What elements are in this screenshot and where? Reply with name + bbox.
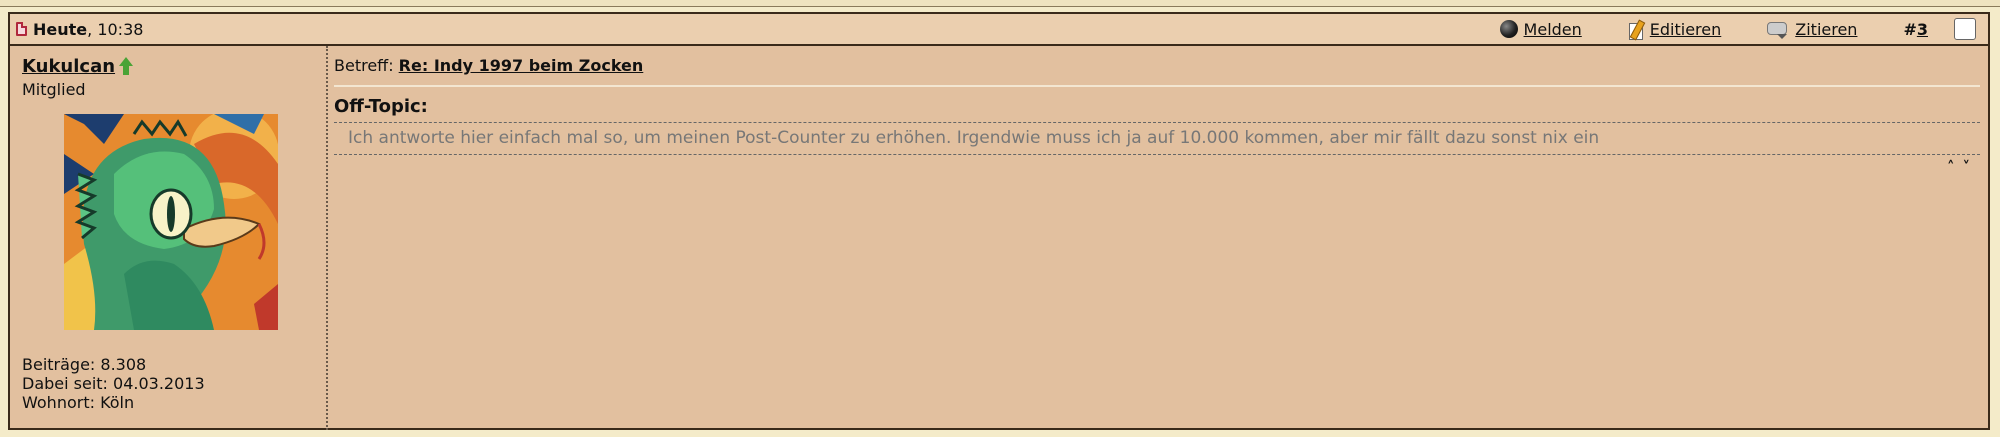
- subject-link[interactable]: Re: Indy 1997 beim Zocken: [399, 56, 644, 75]
- user-posts-count: Beiträge: 8.308: [22, 355, 147, 374]
- username-link[interactable]: Kukulcan: [22, 56, 115, 77]
- quote-bubble-icon: [1767, 20, 1789, 39]
- file-icon: [16, 22, 27, 36]
- post-header: Heute, 10:38 Melden Editieren Zitieren #…: [10, 14, 1988, 46]
- edit-pencil-icon: [1628, 20, 1644, 40]
- offtopic-title: Off-Topic:: [334, 96, 428, 117]
- offtopic-text: Ich antworte hier einfach mal so, um mei…: [348, 128, 1600, 148]
- user-joined-date: Dabei seit: 04.03.2013: [22, 374, 205, 393]
- forum-post: Heute, 10:38 Melden Editieren Zitieren #…: [8, 12, 1990, 430]
- post-subject: Betreff: Re: Indy 1997 beim Zocken: [334, 56, 1980, 87]
- quote-label: Zitieren: [1795, 19, 1858, 39]
- post-date: Heute, 10:38: [33, 19, 144, 39]
- edit-button[interactable]: Editieren: [1628, 19, 1722, 40]
- avatar[interactable]: [64, 114, 278, 330]
- offtopic-box: Ich antworte hier einfach mal so, um mei…: [334, 122, 1980, 155]
- rank-up-arrow-icon: [119, 57, 134, 75]
- post-actions: Melden Editieren Zitieren #3: [1499, 14, 1988, 44]
- post-number-link[interactable]: #3: [1903, 20, 1928, 39]
- post-nav-arrows: ˄˅: [334, 158, 1980, 176]
- edit-label: Editieren: [1649, 19, 1722, 39]
- user-pane: Kukulcan Mitglied Beiträge: 8.308 Dabei …: [10, 46, 328, 430]
- user-stats: Beiträge: 8.308 Dabei seit: 04.03.2013 W…: [22, 355, 205, 412]
- top-strip: [0, 0, 2000, 7]
- select-post-checkbox[interactable]: [1954, 18, 1976, 40]
- quote-button[interactable]: Zitieren: [1767, 20, 1857, 39]
- report-button[interactable]: Melden: [1499, 19, 1582, 39]
- post-body: Kukulcan Mitglied Beiträge: 8.308 Dabei …: [10, 46, 1988, 430]
- report-label: Melden: [1523, 19, 1582, 39]
- scroll-down-icon[interactable]: ˅: [1963, 158, 1979, 176]
- user-role: Mitglied: [22, 80, 86, 99]
- subject-label: Betreff:: [334, 56, 394, 75]
- bomb-icon: [1499, 20, 1518, 38]
- post-content: Betreff: Re: Indy 1997 beim Zocken Off-T…: [328, 46, 1988, 430]
- user-location: Wohnort: Köln: [22, 393, 135, 412]
- scroll-up-icon[interactable]: ˄: [1947, 158, 1963, 176]
